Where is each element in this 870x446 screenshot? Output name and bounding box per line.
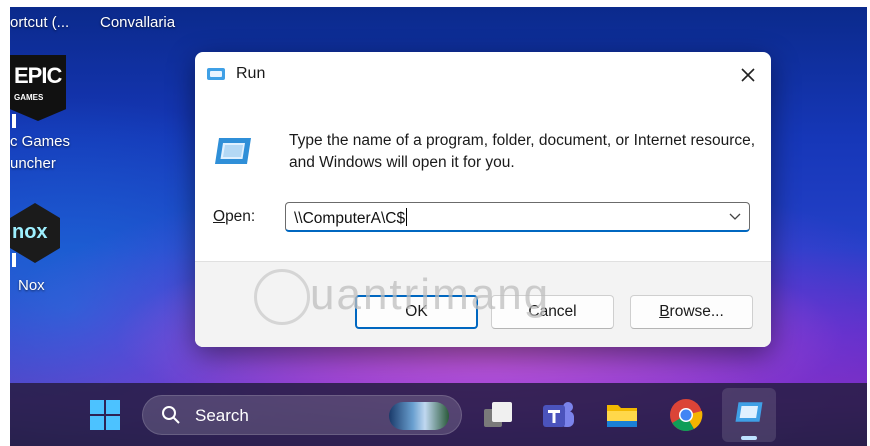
desktop-convallaria-label[interactable]: Convallaria [100, 14, 175, 31]
watermark-lightbulb-icon [254, 269, 310, 325]
run-icon [207, 68, 225, 80]
close-button[interactable] [725, 52, 771, 98]
dialog-title: Run [236, 65, 266, 82]
open-input[interactable]: \\ComputerA\C$ [285, 202, 750, 232]
pin-indicator [12, 114, 16, 128]
run-program-icon [215, 138, 251, 164]
epic-logo-subtext: GAMES [14, 93, 44, 102]
epic-games-icon[interactable]: EPIC GAMES [10, 55, 66, 121]
title-bar[interactable]: Run [195, 52, 771, 98]
open-label: Open: [213, 208, 255, 226]
teams-icon[interactable] [540, 397, 576, 433]
desktop: ortcut (... Convallaria EPIC GAMES c Gam… [10, 7, 867, 446]
close-icon [741, 68, 755, 82]
pin-indicator [12, 253, 16, 267]
start-icon [106, 416, 120, 430]
start-icon [106, 400, 120, 414]
search-label: Search [195, 406, 249, 425]
file-explorer-icon[interactable] [604, 397, 640, 433]
nox-logo-text: nox [12, 221, 48, 243]
taskbar: Search [10, 383, 867, 446]
dialog-description: Type the name of a program, folder, docu… [289, 132, 756, 171]
run-icon [735, 402, 763, 422]
start-icon [90, 416, 104, 430]
start-button[interactable] [90, 400, 120, 430]
epic-logo-text: EPIC [14, 63, 62, 88]
active-indicator [741, 436, 757, 440]
text-caret [406, 208, 408, 226]
start-icon [90, 400, 104, 414]
open-label-mnemonic: O [213, 208, 226, 225]
cancel-button[interactable]: Cancel [491, 295, 614, 329]
epic-games-label-1[interactable]: c Games [10, 133, 70, 150]
browse-label: rowse... [669, 303, 724, 320]
search-highlight-image [389, 402, 449, 430]
chrome-icon[interactable] [668, 397, 704, 433]
taskbar-search[interactable]: Search [142, 395, 462, 435]
nox-icon[interactable]: nox [10, 203, 60, 263]
chevron-down-icon [729, 213, 741, 220]
nox-label[interactable]: Nox [18, 277, 45, 294]
open-input-text: \\ComputerA\C$ [294, 210, 406, 227]
open-label-text: pen: [225, 208, 256, 225]
dialog-body: Type the name of a program, folder, docu… [195, 98, 771, 261]
task-view-icon[interactable] [480, 397, 516, 433]
browse-button[interactable]: Browse... [630, 295, 753, 329]
epic-games-label-2[interactable]: uncher [10, 155, 56, 172]
browse-mnemonic: B [659, 303, 670, 320]
search-icon [162, 406, 180, 424]
dropdown-button[interactable] [729, 209, 741, 224]
ok-button[interactable]: OK [355, 295, 478, 329]
taskbar-run-app[interactable] [722, 388, 776, 442]
open-input-value: \\ComputerA\C$ [294, 208, 408, 228]
desktop-shortcut-label[interactable]: ortcut (... [10, 14, 69, 31]
